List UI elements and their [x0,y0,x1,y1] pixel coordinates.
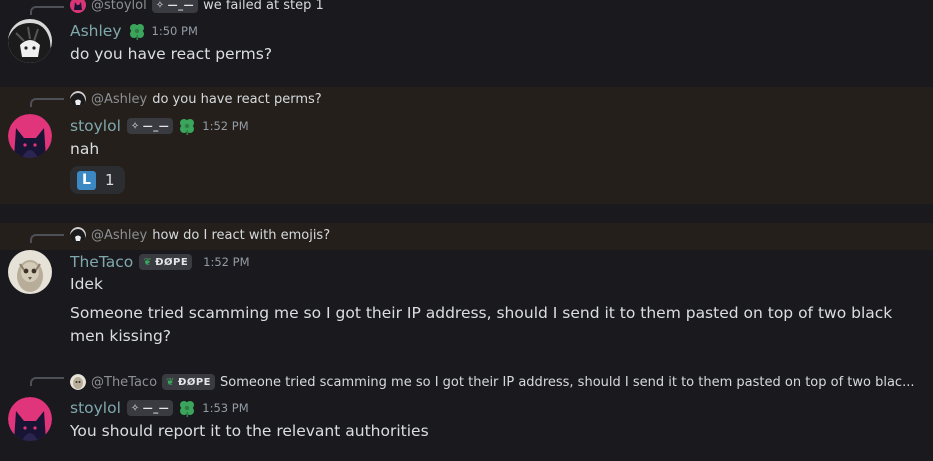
star-icon: ✧ [130,402,140,414]
timestamp[interactable]: 1:50 PM [152,24,198,38]
regional-indicator-l-icon: L [77,170,96,190]
clover-icon [180,401,195,417]
reply-author[interactable]: @Ashley [91,92,147,107]
message-header: stoylol ✧ —_— 1:52 PM [70,115,249,137]
message-content: nah [70,138,910,161]
message-line: do you have react perms? [70,45,273,63]
leaf-icon: ❦ [143,256,153,268]
reply-avatar [70,227,86,243]
message-thetaco-body[interactable]: @Ashley how do I react with emojis? TheT… [0,223,933,353]
avatar[interactable] [8,397,52,441]
username[interactable]: Ashley [70,22,122,40]
reply-text: we failed at step 1 [203,0,324,13]
message-ashley[interactable]: @stoylol ✧ —_— we failed at step 1 Ashley… [0,0,933,84]
message-stoylol-1[interactable]: @Ashley do you have react perms? stoylol… [0,87,933,204]
message-content: You should report it to the relevant aut… [70,420,910,443]
message-stoylol-2[interactable]: @TheTaco ❦ ĐØPE Someone tried scamming me… [0,368,933,461]
reply-preview[interactable]: @Ashley how do I react with emojis? [70,226,330,244]
reply-author[interactable]: @TheTaco [91,375,157,390]
timestamp[interactable]: 1:52 PM [203,255,249,269]
reaction-button[interactable]: L 1 [70,166,125,194]
reply-preview[interactable]: @Ashley do you have react perms? [70,90,322,108]
avatar[interactable] [8,114,52,158]
clover-icon [129,24,144,40]
message-line: Someone tried scamming me so I got their… [70,304,893,345]
avatar[interactable] [8,19,52,63]
message-line: nah [70,140,100,158]
reply-connector [30,98,64,107]
avatar[interactable] [8,250,52,294]
reaction-count: 1 [105,171,115,189]
username[interactable]: stoylol [70,117,121,135]
timestamp[interactable]: 1:53 PM [202,401,248,415]
guild-tag[interactable]: ✧ —_— [126,118,174,134]
chat-message-list: @stoylol ✧ —_— we failed at step 1 Ashley… [0,0,933,461]
guild-tag[interactable]: ❦ ĐØPE [139,254,193,270]
reply-author-tag: ❦ ĐØPE [162,374,215,390]
username[interactable]: stoylol [70,399,121,417]
reply-avatar [70,0,86,13]
message-header: Ashley 1:50 PM [70,20,198,42]
reply-text: how do I react with emojis? [152,227,331,243]
leaf-icon: ❦ [166,376,175,388]
clover-icon [180,119,195,135]
guild-tag[interactable]: ✧ —_— [126,400,174,416]
reply-connector [30,377,64,386]
star-icon: ✧ [130,120,140,132]
reply-avatar [70,91,86,107]
reply-author[interactable]: @Ashley [91,228,147,243]
username[interactable]: TheTaco [70,253,133,271]
timestamp[interactable]: 1:52 PM [202,119,248,133]
reply-preview[interactable]: @TheTaco ❦ ĐØPE Someone tried scamming me… [70,373,914,391]
message-content: do you have react perms? [70,43,910,66]
message-line: You should report it to the relevant aut… [70,422,429,440]
message-header: TheTaco ❦ ĐØPE 1:52 PM [70,251,250,273]
reply-avatar [70,374,86,390]
reply-connector [30,234,64,243]
message-header: stoylol ✧ —_— 1:53 PM [70,397,249,419]
reply-preview[interactable]: @stoylol ✧ —_— we failed at step 1 [70,0,324,14]
message-content: Idek Someone tried scamming me so I got … [70,273,910,348]
reply-author-tag: ✧ —_— [151,0,199,13]
reply-author[interactable]: @stoylol [91,0,147,13]
message-line: Idek [70,275,103,293]
reply-text: do you have react perms? [152,91,322,107]
reply-connector [30,6,64,15]
reply-text: Someone tried scamming me so I got their… [219,374,915,390]
star-icon: ✧ [155,0,165,11]
